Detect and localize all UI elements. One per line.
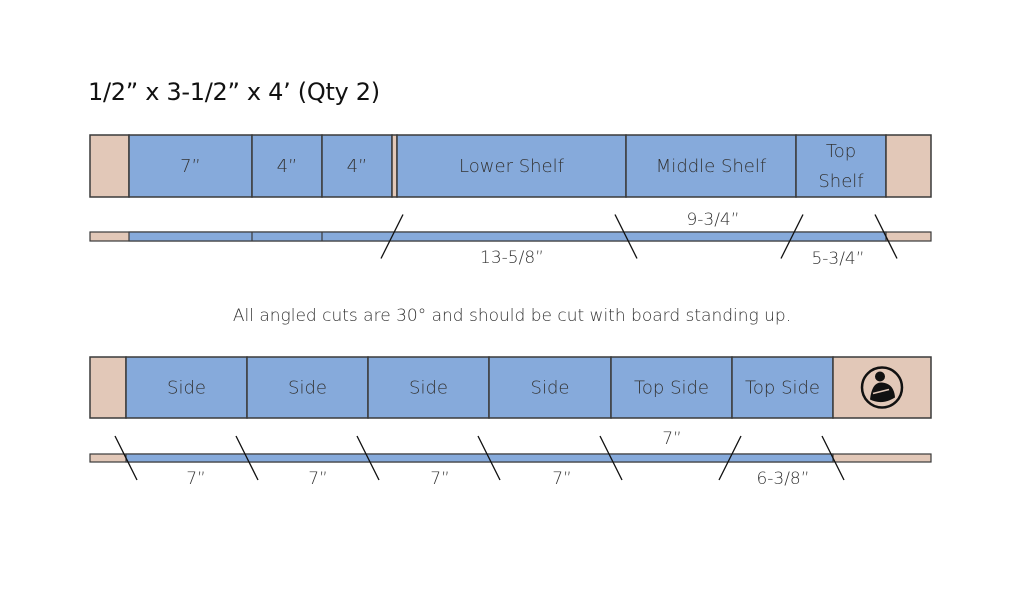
board-2-piece-label: Top Side — [745, 378, 820, 399]
board-2-dimension-label: 7” — [308, 469, 328, 489]
board-1-dimension-label: 9-3/4” — [686, 210, 739, 230]
board-2-piece-label: Side — [409, 378, 448, 399]
board-2-dimension-label: 7” — [430, 469, 450, 489]
board-2-dimension-label: 7” — [662, 429, 682, 449]
board-2-dimension-label: 6-3/8” — [756, 469, 809, 489]
board-1-dimension-label: 5-3/4” — [811, 249, 864, 269]
board-1-piece-label: 4” — [277, 156, 298, 177]
board-2-piece-label: Side — [531, 378, 570, 399]
board-2-segment-waste — [89, 356, 127, 419]
board-2-piece-label: Side — [288, 378, 327, 399]
board-1-segment-waste — [885, 134, 932, 198]
board-1-piece-label: 7” — [180, 156, 201, 177]
board-2-dimension-label: 7” — [552, 469, 572, 489]
board-1-dimension-label: 13-5/8” — [480, 248, 544, 268]
board-1-piece-label: Lower Shelf — [459, 156, 565, 177]
board-1-piece-label: Top — [826, 141, 856, 162]
board-1-piece-label: Shelf — [818, 171, 864, 192]
board-1-piece-label: Middle Shelf — [656, 156, 767, 177]
cut-diagram: 7” 4” 4” Lower Shelf Middle Shelf Top Shelf 13-… — [89, 134, 932, 489]
board-2-piece-label: Top Side — [634, 378, 709, 399]
board-2-dimension-label: 7” — [186, 469, 206, 489]
board-1-segment-waste — [89, 134, 130, 198]
board-2-strip-pieces — [125, 453, 834, 463]
board-2-piece-label: Side — [167, 378, 206, 399]
board-1-strip-pieces — [128, 231, 887, 242]
board-1-piece-label: 4” — [347, 156, 368, 177]
